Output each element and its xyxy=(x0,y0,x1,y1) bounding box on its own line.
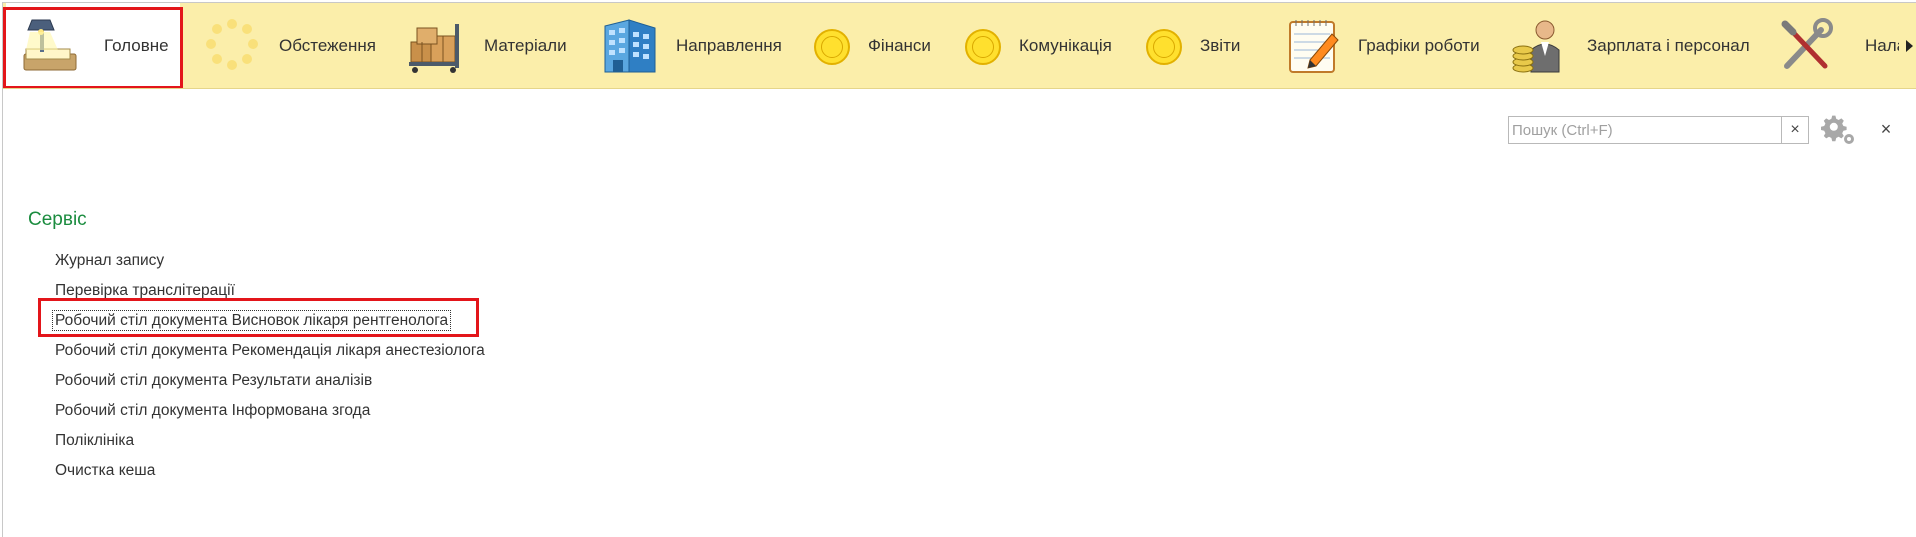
gear-icon xyxy=(1821,115,1854,144)
building-icon xyxy=(599,16,661,76)
section-work-schedules[interactable]: Графіки роботи xyxy=(1280,3,1500,88)
list-item: Робочий стіл документа Висновок лікаря р… xyxy=(51,306,487,336)
list-item: Перевірка транслітерації xyxy=(53,276,487,306)
command-list: Журнал запису Перевірка транслітерації Р… xyxy=(51,246,487,486)
section-settings[interactable]: Налаштування xyxy=(1773,3,1899,88)
tools-icon xyxy=(1777,16,1839,76)
section-communication[interactable]: Комунікація xyxy=(961,3,1131,88)
section-label: Зарплата і персонал xyxy=(1587,36,1750,55)
coin-icon xyxy=(814,29,850,65)
command-link[interactable]: Робочий стіл документа Інформована згода xyxy=(53,401,372,420)
section-finance[interactable]: Фінанси xyxy=(808,3,943,88)
search-input[interactable] xyxy=(1509,117,1781,143)
coin-icon xyxy=(1146,29,1182,65)
section-label: Матеріали xyxy=(484,36,567,55)
list-item: Робочий стіл документа Рекомендація ліка… xyxy=(53,336,487,366)
command-link[interactable]: Робочий стіл документа Рекомендація ліка… xyxy=(53,341,487,360)
boxes-cart-icon xyxy=(405,16,467,76)
list-item: Очистка кеша xyxy=(53,456,487,486)
section-label: Комунікація xyxy=(1019,36,1112,55)
section-referrals[interactable]: Направлення xyxy=(595,3,787,88)
section-scroll-right-button[interactable] xyxy=(1899,3,1916,88)
section-label: Направлення xyxy=(676,36,782,55)
section-main[interactable]: Головне xyxy=(6,3,180,88)
section-panel: Головне Обстеження Матеріали Направлення… xyxy=(3,3,1916,89)
section-label: Графіки роботи xyxy=(1358,36,1480,55)
list-item: Журнал запису xyxy=(53,246,487,276)
section-label: Звіти xyxy=(1200,36,1241,55)
search-field: × xyxy=(1508,116,1809,144)
group-title-service: Сервіс xyxy=(28,209,87,230)
list-item: Робочий стіл документа Результати аналіз… xyxy=(53,366,487,396)
section-label: Обстеження xyxy=(279,36,376,55)
section-label: Головне xyxy=(104,36,169,55)
command-link[interactable]: Журнал запису xyxy=(53,251,166,270)
section-reports[interactable]: Звіти xyxy=(1143,3,1253,88)
section-salary-personnel[interactable]: Зарплата і персонал xyxy=(1505,3,1755,88)
desk-lamp-icon xyxy=(20,16,82,76)
coin-icon xyxy=(965,29,1001,65)
chevron-right-icon xyxy=(1906,40,1913,52)
section-label: Налаштування xyxy=(1865,36,1899,55)
command-link[interactable]: Робочий стіл документа Результати аналіз… xyxy=(53,371,374,390)
close-button[interactable]: × xyxy=(1874,117,1898,141)
loading-spinner-icon xyxy=(201,16,263,76)
person-coins-icon xyxy=(1509,16,1571,76)
list-item: Робочий стіл документа Інформована згода xyxy=(53,396,487,426)
command-link[interactable]: Робочий стіл документа Висновок лікаря р… xyxy=(51,310,452,331)
section-materials[interactable]: Матеріали xyxy=(401,3,571,88)
search-clear-button[interactable]: × xyxy=(1781,117,1808,143)
settings-menu-button[interactable] xyxy=(1821,114,1857,146)
command-link[interactable]: Очистка кеша xyxy=(53,461,157,480)
command-link[interactable]: Поліклініка xyxy=(53,431,136,450)
section-label: Фінанси xyxy=(868,36,931,55)
notepad-pencil-icon xyxy=(1284,16,1346,76)
command-link[interactable]: Перевірка транслітерації xyxy=(53,281,237,300)
section-examinations[interactable]: Обстеження xyxy=(193,3,383,88)
list-item: Поліклініка xyxy=(53,426,487,456)
